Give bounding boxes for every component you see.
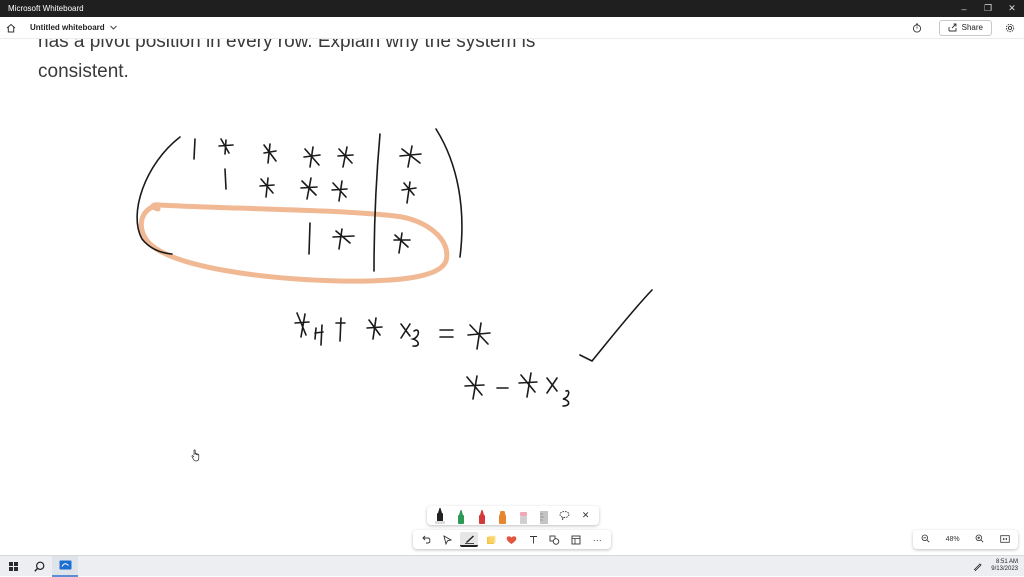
settings-icon — [1005, 23, 1015, 32]
settings-button[interactable] — [1000, 18, 1020, 38]
windows-start-icon[interactable] — [0, 556, 26, 577]
zoom-level[interactable]: 48% — [946, 536, 960, 543]
title-bar: Microsoft Whiteboard – ❐ ✕ — [0, 0, 1024, 17]
close-icon[interactable]: ✕ — [1000, 0, 1024, 17]
main-toolbar: ··· — [413, 530, 611, 549]
share-icon — [948, 23, 957, 32]
home-button[interactable] — [0, 17, 22, 39]
chevron-down-icon — [109, 25, 117, 30]
whiteboard-app-icon[interactable] — [52, 555, 78, 577]
reaction-icon[interactable] — [503, 532, 521, 547]
black-pen-icon[interactable] — [433, 507, 447, 524]
search-icon[interactable] — [26, 556, 52, 577]
board-title-button[interactable]: Untitled whiteboard — [30, 23, 117, 32]
matrix-ink — [136, 128, 463, 272]
text-icon[interactable] — [524, 532, 542, 547]
more-icon[interactable]: ··· — [588, 532, 606, 547]
sticky-note-icon[interactable] — [482, 532, 500, 547]
pen-menu-icon[interactable] — [969, 556, 985, 577]
templates-icon[interactable] — [567, 532, 585, 547]
equation-ink — [294, 289, 653, 407]
timer-button[interactable] — [907, 18, 927, 38]
clock-time: 8:51 AM — [995, 559, 1018, 565]
board-title: Untitled whiteboard — [30, 23, 105, 32]
pen-tray: ✕ — [427, 506, 599, 525]
red-pen-icon[interactable] — [475, 507, 489, 524]
orange-highlighter-icon[interactable] — [496, 507, 510, 524]
app-title: Microsoft Whiteboard — [8, 4, 84, 13]
clock-date: 9/13/2023 — [991, 566, 1018, 572]
ruler-icon[interactable] — [537, 507, 551, 524]
taskbar: 8:51 AM 9/13/2023 — [0, 555, 1024, 577]
minimize-icon[interactable]: – — [952, 0, 976, 17]
eraser-icon[interactable] — [516, 507, 530, 524]
whiteboard-canvas[interactable]: has a pivot position in every row. Expla… — [0, 39, 1024, 555]
green-pen-icon[interactable] — [454, 507, 468, 524]
undo-icon[interactable] — [418, 532, 436, 547]
share-label: Share — [961, 23, 983, 32]
fit-to-screen-icon[interactable] — [1000, 534, 1010, 545]
ink-layer — [136, 128, 653, 407]
zoom-out-icon[interactable] — [921, 534, 930, 545]
system-clock[interactable]: 8:51 AM 9/13/2023 — [991, 559, 1024, 573]
select-icon[interactable] — [439, 532, 457, 547]
app-bar: Untitled whiteboard Share — [0, 17, 1024, 39]
hand-cursor-icon — [191, 449, 200, 462]
ink-icon[interactable] — [460, 532, 479, 547]
restore-icon[interactable]: ❐ — [976, 0, 1000, 17]
zoom-control: 48% — [913, 530, 1018, 549]
home-icon — [6, 23, 16, 32]
timer-icon — [912, 23, 921, 33]
close-tray-icon[interactable]: ✕ — [579, 507, 593, 524]
shapes-icon[interactable] — [546, 532, 564, 547]
share-button[interactable]: Share — [938, 19, 992, 36]
zoom-in-icon[interactable] — [975, 534, 984, 545]
lasso-icon[interactable] — [558, 507, 572, 524]
